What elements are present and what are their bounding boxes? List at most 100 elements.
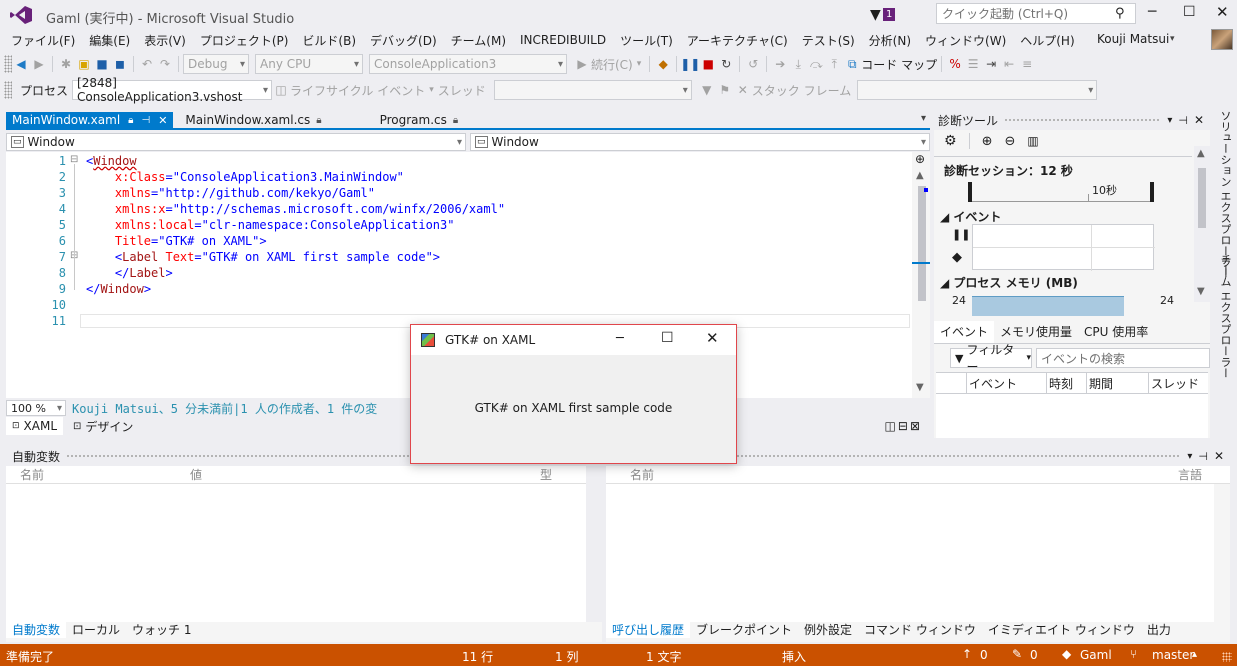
menu-item[interactable]: ファイル(F) xyxy=(4,32,82,49)
pane-menu-icon[interactable]: ▾ xyxy=(1187,451,1192,462)
gtk-app-window[interactable]: GTK# on XAML ─ ☐ ✕ GTK# on XAML first sa… xyxy=(410,324,737,464)
filter-dropdown[interactable]: ▼ フィルター ▾ xyxy=(950,343,1032,374)
restart-icon[interactable]: ↻ xyxy=(717,55,735,73)
menu-item[interactable]: ツール(T) xyxy=(613,32,680,49)
tab-autos[interactable]: 自動変数 xyxy=(6,620,67,638)
resize-grip[interactable] xyxy=(1222,652,1232,662)
diag-tab[interactable]: イベント xyxy=(934,320,995,343)
code-line[interactable]: xmlns:x="http://schemas.microsoft.com/wi… xyxy=(86,202,505,216)
tab-autos[interactable]: ローカル xyxy=(66,620,126,638)
zoom-combo[interactable]: 100 % xyxy=(6,400,66,416)
forward-icon[interactable]: ▶ xyxy=(30,55,48,73)
undo-icon[interactable]: ↶ xyxy=(138,55,156,73)
member-combo[interactable]: ▭ Window xyxy=(470,133,930,151)
code-map-button[interactable]: コード マップ xyxy=(861,56,937,73)
step-out-icon[interactable]: ⤒ xyxy=(825,55,843,73)
pin-icon[interactable]: ⊣ xyxy=(1178,114,1188,127)
process-combo[interactable]: [2848] ConsoleApplication3.vshost xyxy=(72,76,273,104)
pane-menu-icon[interactable]: ▾ xyxy=(1167,115,1172,126)
toggle-icon[interactable]: ✕ xyxy=(734,81,752,99)
open-folder-icon[interactable]: ▣ xyxy=(75,55,93,73)
col-name[interactable]: 名前 xyxy=(606,466,1178,483)
zoom-out-icon[interactable]: ⊖ xyxy=(1004,134,1015,149)
menu-item[interactable]: 分析(N) xyxy=(862,32,918,49)
avatar[interactable] xyxy=(1211,29,1233,50)
indent-icon[interactable]: ⇥ xyxy=(982,55,1000,73)
menu-item[interactable]: ビルド(B) xyxy=(295,32,363,49)
tab-mainwindow-xaml[interactable]: MainWindow.xaml 🔒︎ ⊣ ✕ xyxy=(6,112,174,128)
thread-combo[interactable] xyxy=(493,80,692,100)
stop-icon[interactable]: ■ xyxy=(699,55,717,73)
step-next-icon[interactable]: ➔ xyxy=(771,55,789,73)
split-view-icons[interactable]: ◫⊟⊠ xyxy=(885,419,922,433)
hot-reload-icon[interactable]: ↺ xyxy=(744,55,762,73)
chart-icon[interactable]: ▥ xyxy=(1027,134,1038,148)
tab-team-explorer[interactable]: チーム エクスプローラー xyxy=(1217,254,1233,379)
play-icon[interactable]: ▶ xyxy=(573,55,591,73)
comment-icon[interactable]: ☰ xyxy=(964,55,982,73)
tab-callstack[interactable]: 出力 xyxy=(1141,620,1177,638)
arrow-up-icon[interactable]: ↑ xyxy=(962,647,972,661)
scroll-thumb[interactable] xyxy=(918,186,926,301)
filter-icon[interactable]: ▼ xyxy=(698,81,716,99)
col-name[interactable]: 名前 xyxy=(6,466,184,483)
gtk-minimize-button[interactable]: ─ xyxy=(616,331,624,346)
tab-overflow-icon[interactable]: ▾ xyxy=(921,113,926,124)
step-into-icon[interactable]: ⤓ xyxy=(789,55,807,73)
quick-launch[interactable]: クイック起動 (Ctrl+Q) ⚲ xyxy=(936,3,1136,24)
code-line[interactable]: xmlns="http://github.com/kekyo/Gaml" xyxy=(86,186,375,200)
platform-combo[interactable]: Any CPU xyxy=(255,54,363,74)
tab-program-cs[interactable]: Program.cs 🔒︎ xyxy=(374,112,465,128)
diag-tab[interactable]: CPU 使用率 xyxy=(1078,321,1154,343)
code-line[interactable]: </Label> xyxy=(86,266,173,280)
col-value[interactable]: 値 xyxy=(184,466,524,483)
git-branch-icon[interactable]: ⑂ xyxy=(1130,647,1137,661)
pin-icon[interactable]: ⊣ xyxy=(141,115,150,126)
diag-col-header[interactable]: 期間 xyxy=(1086,373,1148,393)
back-icon[interactable]: ◀ xyxy=(12,55,30,73)
tab-design[interactable]: ⊡ デザイン xyxy=(63,417,143,435)
settings-gear-icon[interactable]: ⚙ xyxy=(944,133,957,149)
flag-icon[interactable]: ⚑ xyxy=(716,81,734,99)
status-unpublished[interactable]: 0 xyxy=(980,648,988,662)
new-project-icon[interactable]: ✱ xyxy=(57,55,75,73)
tab-callstack[interactable]: 呼び出し履歴 xyxy=(606,620,691,638)
col-type[interactable]: 型 xyxy=(524,466,552,483)
diag-col-header[interactable]: 時刻 xyxy=(1046,373,1086,393)
codelens-info[interactable]: Kouji Matsui、5 分未満前|1 人の作成者、1 件の変 xyxy=(72,400,377,417)
minimize-button[interactable]: ─ xyxy=(1148,4,1156,20)
code-line[interactable]: <Window xyxy=(86,154,137,168)
close-button[interactable]: ✕ xyxy=(1216,3,1229,21)
redo-icon[interactable]: ↷ xyxy=(156,55,174,73)
user-name[interactable]: Kouji Matsui xyxy=(1097,32,1169,46)
tab-autos[interactable]: ウォッチ 1 xyxy=(126,620,197,638)
gtk-close-button[interactable]: ✕ xyxy=(706,329,719,347)
stack-frame-combo[interactable] xyxy=(857,80,1098,100)
pause-icon[interactable]: ❚❚ xyxy=(680,55,700,73)
code-line[interactable]: x:Class="ConsoleApplication3.MainWindow" xyxy=(86,170,404,184)
toolbar-grip[interactable] xyxy=(4,81,12,99)
chevron-up-icon[interactable]: ▴ xyxy=(1192,649,1197,660)
pencil-icon[interactable]: ✎ xyxy=(1012,647,1022,661)
menu-item[interactable]: デバッグ(D) xyxy=(363,32,444,49)
events-chart[interactable] xyxy=(972,224,1155,271)
config-combo[interactable]: Debug xyxy=(183,54,249,74)
menu-item[interactable]: ヘルプ(H) xyxy=(1013,32,1081,49)
menu-item[interactable]: 表示(V) xyxy=(137,32,193,49)
lifecycle-icon[interactable]: ◫ xyxy=(272,81,290,99)
close-icon[interactable]: ✕ xyxy=(1194,113,1204,127)
startup-project-combo[interactable]: ConsoleApplication3 xyxy=(369,54,567,74)
chevron-down-icon[interactable]: ▾ xyxy=(1170,34,1175,44)
continue-button[interactable]: 続行(C) xyxy=(591,56,633,73)
diag-tab[interactable]: メモリ使用量 xyxy=(994,321,1078,343)
diag-col-header[interactable]: イベント xyxy=(966,373,1046,393)
pin-icon[interactable]: ⊣ xyxy=(1198,450,1208,463)
gtk-title-bar[interactable]: GTK# on XAML ─ ☐ ✕ xyxy=(411,325,736,355)
format-icon[interactable]: ≡ xyxy=(1018,55,1036,73)
notification-badge[interactable]: 1 xyxy=(883,8,896,21)
breakpoint-icon[interactable]: % xyxy=(946,55,964,73)
quick-launch-input[interactable]: クイック起動 (Ctrl+Q) xyxy=(937,5,1115,22)
step-over-icon[interactable]: ⤼ xyxy=(807,55,825,73)
status-edits[interactable]: 0 xyxy=(1030,648,1038,662)
zoom-in-icon[interactable]: ⊕ xyxy=(982,134,993,149)
